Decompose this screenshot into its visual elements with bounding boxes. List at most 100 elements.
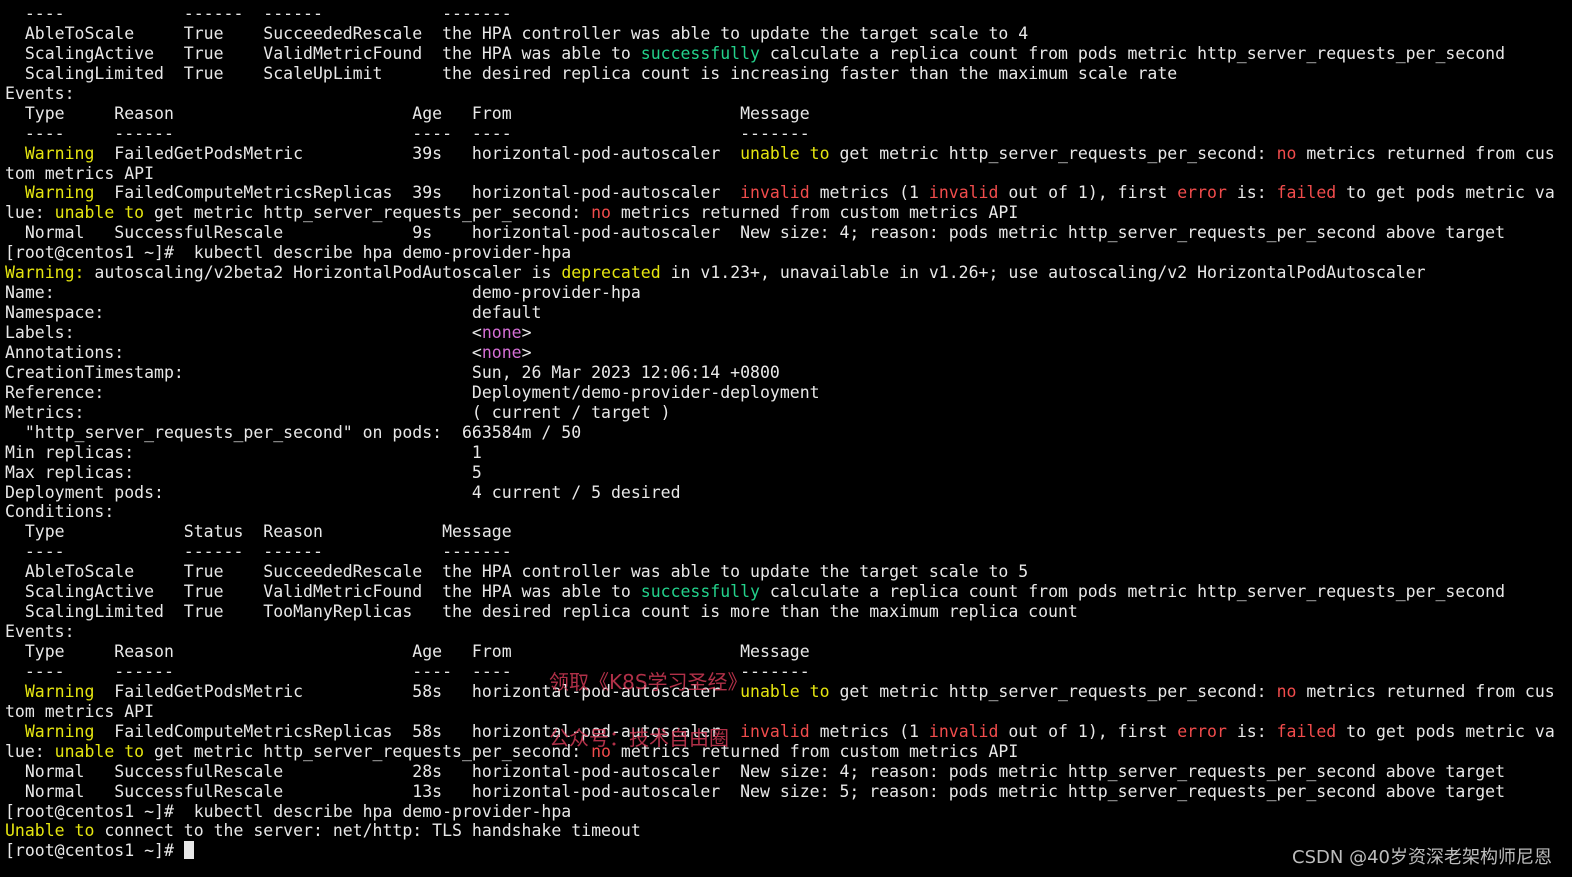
watermark-line-2: 公众号：技术自由圈	[549, 726, 729, 750]
terminal-text: metrics (1	[809, 721, 929, 741]
terminal-window[interactable]: ---- ------ ------ ------- AbleToScale T…	[0, 0, 1572, 877]
terminal-line: Warning FailedGetPodsMetric 39s horizont…	[5, 144, 1572, 164]
terminal-text: is:	[1226, 721, 1277, 741]
terminal-line: Normal SuccessfulRescale 13s horizontal-…	[5, 782, 1572, 802]
terminal-text: get metric http_server_requests_per_seco…	[829, 143, 1277, 163]
terminal-text: failed	[1276, 183, 1337, 203]
terminal-text: none	[481, 342, 522, 362]
terminal-line: AbleToScale True SucceededRescale the HP…	[5, 24, 1572, 44]
terminal-line: Min replicas: 1	[5, 443, 1572, 463]
terminal-text: Max replicas: 5	[5, 462, 482, 482]
terminal-text: unable to	[740, 681, 830, 701]
terminal-text: invalid	[740, 183, 810, 203]
terminal-text: Labels: <	[5, 323, 482, 342]
terminal-line: ScalingActive True ValidMetricFound the …	[5, 582, 1572, 602]
terminal-line: Warning: autoscaling/v2beta2 HorizontalP…	[5, 263, 1572, 283]
terminal-text: Deployment pods: 4 current / 5 desired	[5, 482, 681, 502]
terminal-text: Unable to	[5, 821, 95, 841]
terminal-line: Warning FailedComputeMetricsReplicas 58s…	[5, 722, 1572, 742]
terminal-text: calculate a replica count from pods metr…	[759, 43, 1506, 63]
terminal-text: Events:	[5, 83, 75, 103]
terminal-line: Unable to connect to the server: net/htt…	[5, 821, 1572, 841]
terminal-text: successfully	[640, 43, 760, 63]
terminal-text: ---- ------ ------ -------	[5, 542, 512, 562]
terminal-text: metrics returned from custom metrics API	[610, 203, 1019, 223]
terminal-text: Conditions:	[5, 502, 115, 522]
terminal-line: Events:	[5, 622, 1572, 642]
terminal-text: ScalingLimited True TooManyReplicas the …	[5, 602, 1078, 622]
terminal-text: invalid	[928, 183, 999, 203]
terminal-text: lue:	[5, 741, 55, 761]
terminal-text: AbleToScale True SucceededRescale the HP…	[5, 562, 1029, 582]
terminal-line: Deployment pods: 4 current / 5 desired	[5, 483, 1572, 503]
terminal-text: deprecated	[561, 263, 661, 283]
terminal-text: in v1.23+, unavailable in v1.26+; use au…	[660, 263, 1426, 283]
terminal-text: get metric http_server_requests_per_seco…	[144, 741, 592, 761]
terminal-line: Metrics: ( current / target )	[5, 403, 1572, 423]
terminal-text: CreationTimestamp: Sun, 26 Mar 2023 12:0…	[5, 362, 780, 382]
terminal-text: Namespace: default	[5, 303, 542, 323]
terminal-output: ---- ------ ------ ------- AbleToScale T…	[5, 4, 1572, 861]
csdn-credit: CSDN @40岁资深老架构师尼恩	[1292, 847, 1552, 869]
terminal-line: Conditions:	[5, 502, 1572, 522]
terminal-text: unable to	[54, 741, 145, 761]
terminal-text: no	[591, 203, 611, 223]
terminal-text: error	[1177, 721, 1227, 741]
terminal-text: invalid	[740, 721, 810, 741]
terminal-text: AbleToScale True SucceededRescale the HP…	[5, 23, 1029, 43]
terminal-line: [root@centos1 ~]# kubectl describe hpa d…	[5, 243, 1572, 263]
terminal-text: ScalingLimited True ScaleUpLimit the des…	[5, 63, 1178, 83]
terminal-text: Min replicas: 1	[5, 442, 482, 462]
terminal-line: Type Status Reason Message	[5, 522, 1572, 542]
terminal-text: Warning:	[5, 263, 85, 283]
terminal-text: lue:	[5, 203, 55, 223]
terminal-line: Reference: Deployment/demo-provider-depl…	[5, 383, 1572, 403]
terminal-text: Type Reason Age From Message	[5, 642, 810, 661]
terminal-text: out of 1), first	[998, 183, 1178, 203]
terminal-text: is:	[1226, 183, 1277, 203]
terminal-text: autoscaling/v2beta2 HorizontalPodAutosca…	[84, 263, 562, 283]
terminal-line: tom metrics API	[5, 702, 1572, 722]
terminal-text: get metric http_server_requests_per_seco…	[829, 681, 1277, 701]
terminal-text: FailedComputeMetricsReplicas 39s horizon…	[94, 183, 741, 203]
terminal-text: [root@centos1 ~]# kubectl describe hpa d…	[5, 243, 572, 263]
terminal-line: Max replicas: 5	[5, 463, 1572, 483]
terminal-line: Labels: <none>	[5, 323, 1572, 343]
terminal-text: get metric http_server_requests_per_seco…	[144, 203, 592, 223]
terminal-line: Normal SuccessfulRescale 9s horizontal-p…	[5, 223, 1572, 243]
terminal-text: Type Reason Age From Message	[5, 103, 810, 123]
terminal-cursor	[183, 841, 194, 860]
terminal-text: Warning	[24, 143, 95, 163]
terminal-line: "http_server_requests_per_second" on pod…	[5, 423, 1572, 443]
terminal-text: metrics (1	[809, 183, 929, 203]
terminal-text: Type Status Reason Message	[5, 522, 512, 542]
terminal-line: ---- ------ ------ -------	[5, 542, 1572, 562]
terminal-text: >	[521, 323, 532, 342]
terminal-text: ---- ------ ------ -------	[5, 4, 512, 23]
terminal-text: successfully	[640, 582, 760, 602]
terminal-text: no	[1276, 681, 1297, 701]
terminal-line: Warning FailedComputeMetricsReplicas 39s…	[5, 183, 1572, 203]
terminal-text: Metrics: ( current / target )	[5, 402, 671, 422]
terminal-line: Events:	[5, 84, 1572, 104]
terminal-text: Normal SuccessfulRescale 9s horizontal-p…	[5, 223, 1506, 243]
terminal-line: ScalingLimited True ScaleUpLimit the des…	[5, 64, 1572, 84]
terminal-text: error	[1177, 183, 1227, 203]
terminal-text: [root@centos1 ~]# kubectl describe hpa d…	[5, 801, 572, 821]
terminal-text: to get pods metric va	[1336, 721, 1555, 741]
terminal-line: Type Reason Age From Message	[5, 642, 1572, 662]
terminal-text: Normal SuccessfulRescale 28s horizontal-…	[5, 761, 1506, 781]
terminal-text: Warning	[24, 183, 95, 203]
terminal-line: tom metrics API	[5, 164, 1572, 184]
terminal-text: FailedGetPodsMetric 39s horizontal-pod-a…	[94, 143, 741, 163]
terminal-text: unable to	[740, 143, 830, 163]
terminal-text: ScalingActive True ValidMetricFound the …	[5, 43, 641, 63]
terminal-text: Warning	[24, 721, 95, 741]
terminal-line: ScalingLimited True TooManyReplicas the …	[5, 602, 1572, 622]
terminal-text: connect to the server: net/http: TLS han…	[94, 821, 641, 841]
terminal-text: invalid	[928, 721, 999, 741]
